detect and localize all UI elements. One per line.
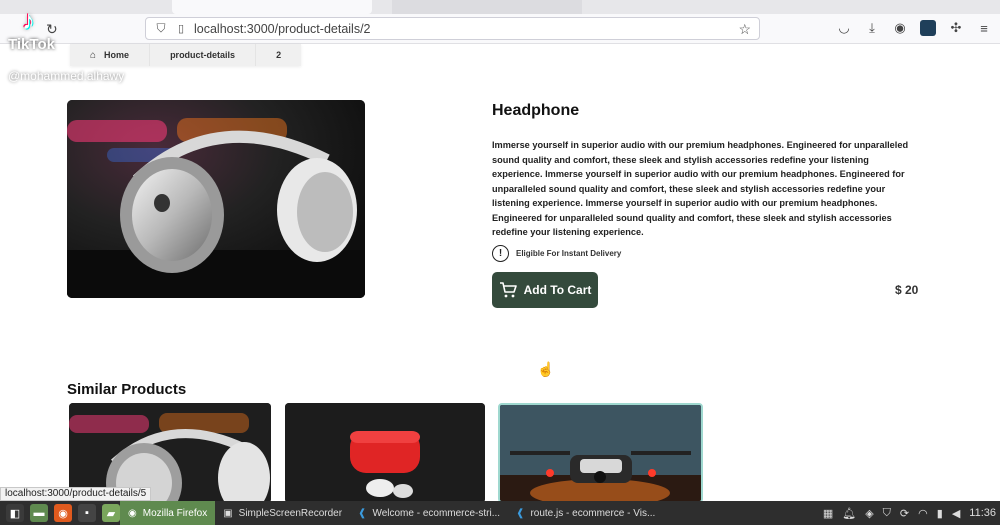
volume-icon[interactable]: ◀	[952, 507, 960, 520]
bookmark-star-icon[interactable]: ☆	[738, 21, 751, 38]
headphone-image	[67, 100, 365, 298]
status-bar-url: localhost:3000/product-details/5	[0, 487, 152, 501]
earbuds-case-image	[285, 403, 485, 503]
task-firefox[interactable]: ◉ Mozilla Firefox	[120, 501, 216, 525]
breadcrumb-home[interactable]: ⌂ Home	[70, 44, 149, 66]
similar-product-card[interactable]	[498, 403, 703, 503]
exclamation-icon: !	[492, 245, 509, 262]
browser-tab-strip	[0, 0, 1000, 14]
add-to-cart-label: Add To Cart	[523, 283, 592, 297]
toolbar-icons: ◡ ⤓ ◉ ✣ ≡	[836, 20, 992, 36]
task-vscode-welcome[interactable]: ❰ Welcome - ecommerce-stri...	[350, 501, 508, 525]
terminal-icon[interactable]: ▪	[78, 504, 96, 522]
firefox-launcher-icon[interactable]: ◉	[54, 504, 72, 522]
screenshot-icon[interactable]: ▦	[823, 507, 833, 520]
similar-products-title: Similar Products	[67, 381, 187, 398]
recorder-icon: ▣	[223, 507, 233, 519]
cart-icon	[499, 282, 517, 298]
task-recorder[interactable]: ▣ SimpleScreenRecorder	[215, 501, 350, 525]
tiktok-brand: TikTok	[8, 36, 55, 53]
task-vscode-route[interactable]: ❰ route.js - ecommerce - Vis...	[508, 501, 663, 525]
pocket-icon[interactable]: ◡	[836, 20, 852, 36]
battery-icon[interactable]: ▮	[937, 507, 943, 520]
extension-icon[interactable]	[920, 20, 936, 36]
tiktok-watermark: ♪ TikTok	[8, 6, 68, 53]
desktop-icon[interactable]: ▬	[30, 504, 48, 522]
extensions-puzzle-icon[interactable]: ✣	[948, 20, 964, 36]
product-title: Headphone	[492, 102, 580, 119]
breadcrumb-id: 2	[255, 44, 301, 66]
task-label: Mozilla Firefox	[142, 507, 208, 519]
vscode-icon: ❰	[516, 507, 525, 519]
tiktok-username: @mohammed.alhawy	[8, 69, 125, 83]
browser-tab-active[interactable]	[172, 0, 372, 14]
download-icon[interactable]: ⤓	[864, 20, 880, 36]
page-icon: ▯	[177, 23, 185, 35]
url-input[interactable]	[194, 21, 714, 36]
clock[interactable]: 11:36	[969, 507, 996, 519]
updates-icon[interactable]: ⟳	[900, 507, 909, 520]
product-price: $ 20	[895, 283, 919, 297]
delivery-info: ! Eligible For Instant Delivery	[492, 245, 621, 262]
similar-product-card[interactable]	[285, 403, 485, 503]
shield-icon[interactable]: ⛉	[150, 21, 172, 36]
add-to-cart-button[interactable]: Add To Cart	[492, 272, 598, 308]
hand-pointer-icon: ☝	[537, 361, 555, 377]
account-icon[interactable]: ◉	[892, 20, 908, 36]
address-bar[interactable]: ⛉ ▯ ☆	[145, 17, 760, 40]
delivery-label: Eligible For Instant Delivery	[516, 249, 622, 258]
wifi-icon[interactable]: ◠	[918, 507, 928, 520]
breadcrumb: ⌂ Home product-details 2	[70, 44, 302, 66]
breadcrumb-home-label: Home	[104, 50, 130, 60]
system-tray: ▦ 🔔︎ ◈ ⛉ ⟳ ◠ ▮ ◀ 11:36	[823, 501, 1000, 525]
shield-icon[interactable]: ⛉	[883, 507, 891, 520]
tiktok-logo-icon: ♪	[22, 5, 35, 35]
task-label: route.js - ecommerce - Vis...	[530, 507, 656, 519]
files-icon[interactable]: ▰	[102, 504, 120, 522]
task-label: Welcome - ecommerce-stri...	[372, 507, 501, 519]
taskbar: ◧ ▬ ◉ ▪ ▰ ◉ Mozilla Firefox ▣ SimpleScre…	[0, 501, 1000, 525]
vscode-icon: ❰	[358, 507, 367, 519]
breadcrumb-section[interactable]: product-details	[149, 44, 255, 66]
home-icon: ⌂	[90, 49, 97, 61]
browser-tab[interactable]	[392, 0, 582, 14]
product-description: Immerse yourself in superior audio with …	[492, 140, 909, 237]
product-image	[67, 100, 365, 298]
clipboard-icon[interactable]: ◈	[865, 507, 873, 520]
firefox-icon: ◉	[128, 507, 137, 519]
notification-bell-icon[interactable]: 🔔︎	[842, 507, 856, 520]
task-label: SimpleScreenRecorder	[238, 507, 343, 519]
browser-toolbar: ↻ ⛉ ▯ ☆ ◡ ⤓ ◉ ✣ ≡	[0, 14, 1000, 44]
menu-launcher-icon[interactable]: ◧	[6, 504, 24, 522]
menu-icon[interactable]: ≡	[976, 20, 992, 36]
drone-image	[500, 405, 701, 501]
